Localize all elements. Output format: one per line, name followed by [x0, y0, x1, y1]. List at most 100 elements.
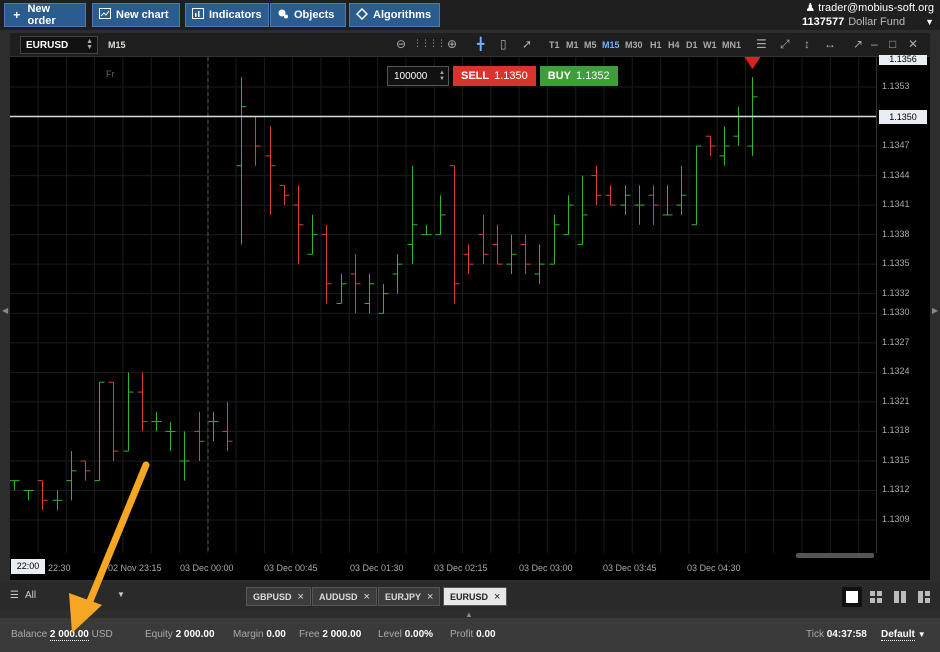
- margin-status: Margin 0.00: [233, 629, 286, 640]
- ohlc-bar[interactable]: [250, 116, 261, 166]
- ohlc-bar[interactable]: [676, 165, 687, 215]
- ohlc-bar[interactable]: [336, 273, 347, 304]
- ohlc-bar[interactable]: [236, 77, 247, 245]
- ohlc-bar[interactable]: [208, 411, 219, 442]
- ohlc-bar[interactable]: [662, 185, 673, 216]
- account-info[interactable]: ♟ trader@mobius-soft.org 1137577 Dollar F…: [802, 1, 934, 29]
- close-icon[interactable]: ✕: [908, 37, 918, 51]
- tf-m15[interactable]: M15: [602, 40, 620, 50]
- ohlc-bar[interactable]: [605, 185, 616, 206]
- ohlc-bar[interactable]: [463, 244, 474, 274]
- ohlc-bar[interactable]: [194, 411, 205, 461]
- tf-mn1[interactable]: MN1: [722, 40, 741, 50]
- ohlc-bar[interactable]: [634, 185, 645, 225]
- cursor-time-tag: 22:00: [11, 559, 45, 574]
- layout-columns-icon[interactable]: [890, 587, 910, 607]
- ohlc-bar[interactable]: [179, 431, 190, 481]
- last-bar-marker-icon: [744, 57, 761, 69]
- ohlc-bar[interactable]: [520, 234, 531, 274]
- zoom-slider[interactable]: ⋮⋮⋮⋮: [413, 38, 446, 49]
- ohlc-bar[interactable]: [108, 381, 119, 461]
- ohlc-bar[interactable]: [549, 214, 560, 265]
- detach-window-icon[interactable]: ↗: [853, 37, 863, 51]
- minimize-icon[interactable]: –: [871, 37, 878, 51]
- filter-selector[interactable]: ☰ All: [10, 590, 36, 601]
- ohlc-bar[interactable]: [378, 283, 389, 314]
- ohlc-bar[interactable]: [165, 421, 176, 452]
- price-axis-label: 1.1321: [882, 395, 910, 406]
- ohlc-bar[interactable]: [123, 372, 134, 452]
- ohlc-bar[interactable]: [478, 214, 489, 265]
- tf-t1[interactable]: T1: [549, 40, 560, 50]
- price-axis[interactable]: 1.1356 1.1353 1.1350 1.1347 1.1344 1.1341 1.1…: [876, 55, 930, 553]
- tf-h1[interactable]: H1: [650, 40, 662, 50]
- free-status: Free 2 000.00: [299, 629, 362, 640]
- symbol-selector[interactable]: EURUSD ▲ ▼: [20, 36, 98, 54]
- profile-selector[interactable]: Default ▼: [881, 629, 926, 641]
- indicators-button[interactable]: Indicators: [185, 3, 269, 27]
- ohlc-bar[interactable]: [620, 185, 631, 215]
- time-axis-label: 03 Dec 04:30: [687, 563, 741, 573]
- ohlc-bar[interactable]: [492, 224, 503, 265]
- bar-chart-type-icon[interactable]: ╋: [477, 37, 484, 51]
- algorithms-button[interactable]: Algorithms: [349, 3, 440, 27]
- ohlc-bar[interactable]: [37, 480, 48, 511]
- new-order-button[interactable]: + New order: [4, 3, 86, 27]
- tf-h4[interactable]: H4: [668, 40, 680, 50]
- tf-w1[interactable]: W1: [703, 40, 717, 50]
- tf-m30[interactable]: M30: [625, 40, 643, 50]
- new-chart-button[interactable]: New chart: [92, 3, 180, 27]
- ohlc-bar[interactable]: [407, 165, 418, 265]
- close-icon[interactable]: ×: [364, 591, 370, 603]
- close-icon[interactable]: ×: [298, 591, 304, 603]
- tf-m1[interactable]: M1: [566, 40, 579, 50]
- ohlc-bar[interactable]: [591, 165, 602, 206]
- right-panel-arrow-icon[interactable]: ▶: [932, 306, 938, 315]
- resize-vertical-icon[interactable]: ↕: [804, 37, 810, 51]
- sell-button[interactable]: SELL 1.1350: [453, 66, 536, 86]
- ohlc-bar[interactable]: [506, 234, 517, 274]
- ohlc-bar[interactable]: [691, 145, 702, 226]
- resize-diagonal-icon[interactable]: ⤢: [780, 37, 790, 52]
- zoom-in-icon[interactable]: ⊕: [447, 37, 457, 51]
- chart-settings-icon[interactable]: ☰: [756, 37, 767, 51]
- tf-m5[interactable]: M5: [584, 40, 597, 50]
- ohlc-bar[interactable]: [279, 184, 290, 206]
- objects-button[interactable]: Objects: [270, 3, 346, 27]
- left-panel-arrow-icon[interactable]: ◀: [2, 306, 8, 315]
- tab-gbpusd[interactable]: GBPUSD ×: [246, 587, 311, 606]
- chart-scrollbar[interactable]: [796, 553, 874, 558]
- maximize-icon[interactable]: □: [889, 37, 896, 51]
- ohlc-bar[interactable]: [733, 106, 744, 147]
- layout-grid-icon[interactable]: [866, 587, 886, 607]
- ohlc-bar[interactable]: [222, 401, 233, 452]
- layout-single-icon[interactable]: [842, 587, 862, 607]
- ohlc-bar[interactable]: [265, 126, 276, 215]
- zoom-out-icon[interactable]: ⊖: [396, 37, 406, 51]
- tab-eurjpy[interactable]: EURJPY ×: [378, 587, 441, 606]
- diamond-icon: [355, 7, 369, 23]
- close-icon[interactable]: ×: [427, 591, 433, 603]
- ohlc-bar[interactable]: [293, 185, 304, 265]
- price-axis-label: 1.1315: [882, 454, 910, 465]
- ohlc-bar[interactable]: [10, 480, 20, 491]
- tab-eurusd[interactable]: EURUSD ×: [443, 587, 508, 606]
- ohlc-bar[interactable]: [563, 195, 574, 236]
- ohlc-bar[interactable]: [421, 224, 432, 236]
- line-chart-type-icon[interactable]: ➚: [522, 37, 532, 51]
- resize-horizontal-icon[interactable]: ↔: [824, 37, 836, 51]
- tab-audusd[interactable]: AUDUSD ×: [312, 587, 377, 606]
- ohlc-bar[interactable]: [350, 254, 361, 314]
- ohlc-bar[interactable]: [392, 254, 403, 294]
- ohlc-bar[interactable]: [23, 489, 34, 501]
- layout-rows-icon[interactable]: [914, 587, 934, 607]
- ohlc-bar[interactable]: [151, 411, 162, 432]
- ohlc-bar[interactable]: [435, 195, 446, 236]
- buy-button[interactable]: BUY 1.1352: [539, 66, 618, 86]
- quantity-input[interactable]: 100000 ▲ ▼: [387, 66, 449, 86]
- caret-down-icon: ▼: [925, 17, 934, 27]
- candle-chart-type-icon[interactable]: ▯: [500, 37, 507, 51]
- tf-d1[interactable]: D1: [686, 40, 698, 50]
- close-icon[interactable]: ×: [494, 591, 500, 603]
- time-axis-label: 03 Dec 03:00: [519, 563, 573, 573]
